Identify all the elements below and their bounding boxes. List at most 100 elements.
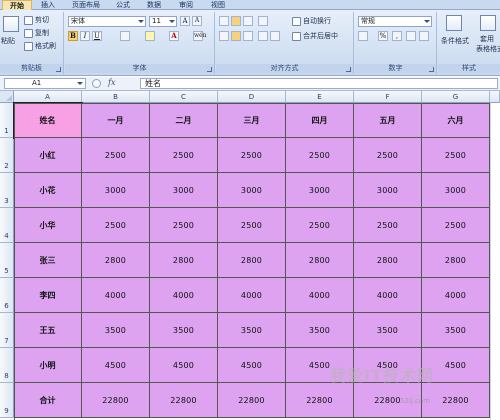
value-cell[interactable]: 4500 <box>82 348 150 383</box>
grow-font-button[interactable]: A <box>180 16 190 26</box>
format-as-table-button[interactable]: 套用 <box>480 34 494 44</box>
value-cell[interactable]: 2500 <box>286 138 354 173</box>
currency-icon[interactable] <box>358 31 368 41</box>
name-cell[interactable]: 小花 <box>14 173 82 208</box>
value-cell[interactable]: 3000 <box>218 173 286 208</box>
header-cell[interactable]: 二月 <box>150 103 218 138</box>
value-cell[interactable]: 2500 <box>354 208 422 243</box>
name-cell[interactable]: 张三 <box>14 243 82 278</box>
font-launcher-icon[interactable] <box>207 67 212 72</box>
value-cell[interactable]: 3000 <box>150 173 218 208</box>
value-cell[interactable]: 2500 <box>218 138 286 173</box>
header-cell[interactable]: 三月 <box>218 103 286 138</box>
name-cell[interactable]: 王五 <box>14 313 82 348</box>
value-cell[interactable]: 2800 <box>286 243 354 278</box>
name-cell[interactable]: 小红 <box>14 138 82 173</box>
row-header-9[interactable]: 9 <box>0 383 14 418</box>
name-box[interactable]: A1 <box>4 78 86 89</box>
row-header-7[interactable]: 7 <box>0 313 14 348</box>
fill-color-icon[interactable] <box>145 31 155 41</box>
column-header-f[interactable]: F <box>354 91 422 103</box>
format-painter-button[interactable]: 格式刷 <box>24 41 56 51</box>
percent-button[interactable]: % <box>378 31 388 41</box>
tab-view[interactable]: 视图 <box>204 0 232 10</box>
align-right-icon[interactable] <box>243 31 253 41</box>
row-header-5[interactable]: 5 <box>0 243 14 278</box>
row-header-8[interactable]: 8 <box>0 348 14 383</box>
value-cell[interactable]: 2500 <box>422 208 490 243</box>
column-header-g[interactable]: G <box>422 91 490 103</box>
merge-center-button[interactable]: 合并后居中 <box>292 31 338 41</box>
font-color-button[interactable]: A <box>169 31 179 41</box>
align-middle-icon[interactable] <box>231 16 241 26</box>
header-cell[interactable]: 五月 <box>354 103 422 138</box>
value-cell[interactable]: 2500 <box>354 138 422 173</box>
align-left-icon[interactable] <box>219 31 229 41</box>
value-cell[interactable]: 4000 <box>150 278 218 313</box>
value-cell[interactable]: 3500 <box>354 313 422 348</box>
orientation-icon[interactable] <box>258 16 268 26</box>
value-cell[interactable]: 4000 <box>82 278 150 313</box>
name-cell[interactable]: 小华 <box>14 208 82 243</box>
italic-button[interactable]: I <box>80 31 90 41</box>
font-name-select[interactable]: 宋体 <box>68 16 146 27</box>
value-cell[interactable]: 2800 <box>150 243 218 278</box>
conditional-format-button[interactable]: 条件格式 <box>441 36 469 46</box>
column-header-c[interactable]: C <box>150 91 218 103</box>
value-cell[interactable]: 3000 <box>286 173 354 208</box>
formula-input[interactable]: 姓名 <box>140 78 498 89</box>
tab-page-layout[interactable]: 页面布局 <box>64 0 108 10</box>
tab-data[interactable]: 数据 <box>140 0 168 10</box>
row-header-1[interactable]: 1 <box>0 103 14 138</box>
value-cell[interactable]: 3500 <box>286 313 354 348</box>
borders-icon[interactable] <box>120 31 130 41</box>
value-cell[interactable]: 22800 <box>286 383 354 418</box>
value-cell[interactable]: 22800 <box>422 383 490 418</box>
function-wizard-icon[interactable] <box>92 79 101 88</box>
row-header-6[interactable]: 6 <box>0 278 14 313</box>
paste-button[interactable]: 粘贴 <box>1 36 15 46</box>
tab-insert[interactable]: 插入 <box>34 0 62 10</box>
phonetic-button[interactable]: wén <box>193 31 207 41</box>
value-cell[interactable]: 3500 <box>422 313 490 348</box>
row-header-3[interactable]: 3 <box>0 173 14 208</box>
wrap-text-button[interactable]: 自动换行 <box>292 16 331 26</box>
value-cell[interactable]: 3500 <box>82 313 150 348</box>
value-cell[interactable]: 2800 <box>82 243 150 278</box>
column-header-a[interactable]: A <box>14 91 82 103</box>
bold-button[interactable]: B <box>68 31 78 41</box>
fx-label[interactable]: fx <box>108 78 115 87</box>
value-cell[interactable]: 4000 <box>218 278 286 313</box>
row-header-4[interactable]: 4 <box>0 208 14 243</box>
row-header-2[interactable]: 2 <box>0 138 14 173</box>
selected-cell-a1[interactable]: 姓名 <box>13 102 83 139</box>
value-cell[interactable]: 4500 <box>150 348 218 383</box>
value-cell[interactable]: 2500 <box>286 208 354 243</box>
alignment-launcher-icon[interactable] <box>346 67 351 72</box>
value-cell[interactable]: 3000 <box>82 173 150 208</box>
value-cell[interactable]: 2800 <box>422 243 490 278</box>
increase-decimal-icon[interactable] <box>406 31 416 41</box>
align-bottom-icon[interactable] <box>243 16 253 26</box>
value-cell[interactable]: 4000 <box>422 278 490 313</box>
number-format-select[interactable]: 常规 <box>358 16 432 27</box>
select-all-corner[interactable] <box>0 91 14 103</box>
empty-column-h[interactable] <box>490 103 500 420</box>
column-header-d[interactable]: D <box>218 91 286 103</box>
cut-button[interactable]: 剪切 <box>24 15 49 25</box>
column-header-b[interactable]: B <box>82 91 150 103</box>
value-cell[interactable]: 4500 <box>218 348 286 383</box>
value-cell[interactable]: 2500 <box>150 208 218 243</box>
value-cell[interactable]: 22800 <box>82 383 150 418</box>
value-cell[interactable]: 3000 <box>354 173 422 208</box>
column-header-h[interactable] <box>490 91 500 103</box>
decrease-indent-icon[interactable] <box>258 31 268 41</box>
underline-button[interactable]: U <box>92 31 102 41</box>
value-cell[interactable]: 2500 <box>82 208 150 243</box>
clipboard-launcher-icon[interactable] <box>56 67 61 72</box>
value-cell[interactable]: 22800 <box>150 383 218 418</box>
value-cell[interactable]: 2500 <box>218 208 286 243</box>
font-size-select[interactable]: 11 <box>149 16 177 27</box>
name-cell[interactable]: 合计 <box>14 383 82 418</box>
value-cell[interactable]: 2500 <box>82 138 150 173</box>
